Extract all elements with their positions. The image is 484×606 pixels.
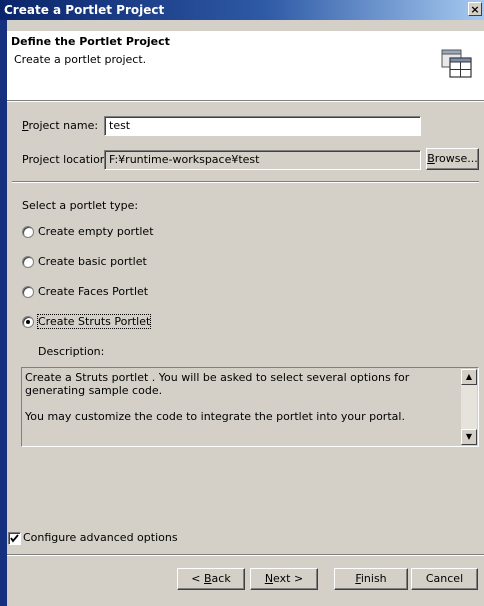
project-name-label: Project name: xyxy=(22,119,99,132)
description-scrollbar[interactable]: ▲ ▼ xyxy=(461,369,477,445)
wizard-header: Define the Portlet Project Create a port… xyxy=(7,31,484,100)
footer-separator-highlight xyxy=(7,555,484,556)
description-paragraph-2: You may customize the code to integrate … xyxy=(25,410,405,423)
header-separator-highlight xyxy=(7,101,484,102)
browse-button[interactable]: Browse... xyxy=(426,148,479,170)
radio-create-basic-portlet[interactable] xyxy=(22,256,34,268)
wizard-page-title: Define the Portlet Project xyxy=(11,35,170,48)
scroll-down-arrow-icon[interactable]: ▼ xyxy=(461,429,477,445)
wizard-page-subtitle: Create a portlet project. xyxy=(14,53,147,66)
portlet-type-label: Select a portlet type: xyxy=(22,199,139,212)
description-text-area[interactable]: Create a Struts portlet . You will be as… xyxy=(21,367,479,447)
project-separator-highlight xyxy=(12,182,479,183)
description-paragraph-1: Create a Struts portlet . You will be as… xyxy=(25,371,410,397)
window-title: Create a Portlet Project xyxy=(4,3,165,17)
radio-label-create-struts-portlet[interactable]: Create Struts Portlet xyxy=(36,314,152,329)
create-portlet-project-dialog: Create a Portlet Project × Define the Po… xyxy=(0,0,484,606)
radio-create-faces-portlet[interactable] xyxy=(22,286,34,298)
finish-button[interactable]: Finish xyxy=(334,568,408,590)
project-location-field[interactable]: F:¥runtime-workspace¥test xyxy=(104,150,421,170)
radio-label-create-faces-portlet[interactable]: Create Faces Portlet xyxy=(38,285,148,298)
radio-selected-dot xyxy=(26,320,30,324)
project-name-field[interactable]: test xyxy=(104,116,421,136)
cancel-button[interactable]: Cancel xyxy=(411,568,478,590)
radio-label-create-basic-portlet[interactable]: Create basic portlet xyxy=(38,255,147,268)
configure-advanced-checkbox[interactable] xyxy=(8,532,21,545)
back-button[interactable]: < Back xyxy=(177,568,245,590)
scroll-up-arrow-icon[interactable]: ▲ xyxy=(461,369,477,385)
description-label: Description: xyxy=(38,345,105,358)
radio-create-empty-portlet[interactable] xyxy=(22,226,34,238)
title-bar[interactable]: Create a Portlet Project × xyxy=(0,0,484,20)
portlet-project-wizard-icon xyxy=(441,49,472,78)
close-icon[interactable]: × xyxy=(468,2,482,16)
checkmark-icon xyxy=(10,534,19,543)
description-text: Create a Struts portlet . You will be as… xyxy=(25,371,455,423)
configure-advanced-label[interactable]: Configure advanced options xyxy=(23,531,178,544)
project-location-label: Project location: xyxy=(22,153,111,166)
next-button[interactable]: Next > xyxy=(250,568,318,590)
left-accent-strip xyxy=(0,20,7,606)
radio-label-create-empty-portlet[interactable]: Create empty portlet xyxy=(38,225,154,238)
radio-create-struts-portlet[interactable] xyxy=(22,316,34,328)
